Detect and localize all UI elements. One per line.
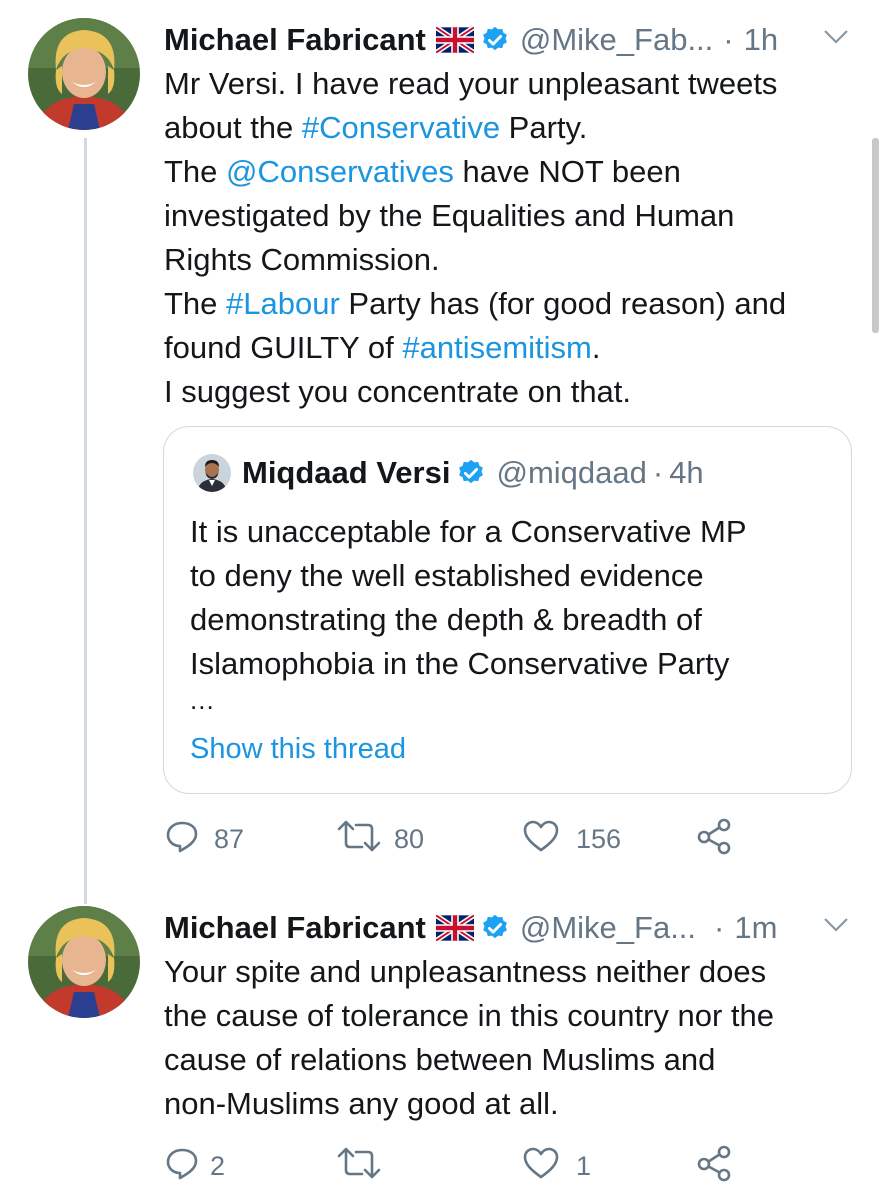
- reply-count: 87: [214, 823, 245, 854]
- tweet-text-line: Rights Commission.: [164, 238, 864, 282]
- text-span: Mr Versi. I have read your unpleasant tw…: [164, 66, 778, 101]
- reply-button[interactable]: 2: [164, 1146, 225, 1186]
- uk-flag-icon: [435, 27, 474, 53]
- tweet-text-line: the cause of tolerance in this country n…: [164, 994, 864, 1038]
- thread-connector-line: [84, 138, 87, 904]
- reply-icon: [164, 1145, 200, 1188]
- like-icon: [522, 818, 560, 861]
- hashtag-link[interactable]: #Labour: [226, 286, 340, 321]
- quoted-text-line: to deny the well established evidence: [190, 558, 704, 593]
- timestamp[interactable]: 1h: [744, 22, 778, 58]
- quoted-author-handle[interactable]: @miqdaad: [496, 455, 646, 491]
- author-handle[interactable]: @Mike_Fab...: [520, 22, 713, 58]
- retweet-icon: [336, 1145, 382, 1188]
- tweet-text-line: I suggest you concentrate on that.: [164, 370, 864, 414]
- quoted-avatar[interactable]: [193, 454, 231, 492]
- tweet-actions: 2 1: [164, 1144, 864, 1189]
- verified-badge-icon: [456, 458, 486, 488]
- quoted-timestamp[interactable]: 4h: [669, 455, 703, 491]
- quoted-text-line: Islamophobia in the Conservative Party: [190, 646, 730, 681]
- tweet-header: Michael Fabricant @Mike_Fa... · 1m: [164, 906, 864, 950]
- timestamp[interactable]: 1m: [734, 910, 777, 946]
- quoted-text-line: demonstrating the depth & breadth of: [190, 602, 702, 637]
- text-span: investigated by the Equalities and Human: [164, 198, 735, 233]
- quoted-text-line: It is unacceptable for a Conservative MP: [190, 514, 747, 549]
- text-span: Party has (for good reason) and: [339, 286, 787, 321]
- tweet-text-line: Your spite and unpleasantness neither do…: [164, 950, 864, 994]
- quoted-tweet-text: It is unacceptable for a Conservative MP…: [190, 510, 830, 686]
- tweet-text-line: found GUILTY of #antisemitism.: [164, 326, 864, 370]
- quoted-tweet-card[interactable]: Miqdaad Versi @miqdaad · 4h It is unacce…: [163, 426, 852, 794]
- show-thread-link[interactable]: Show this thread: [190, 733, 406, 766]
- text-span: The: [164, 286, 227, 321]
- tweet-text-line: non-Muslims any good at all.: [164, 1082, 864, 1126]
- truncation-ellipsis: ...: [190, 685, 215, 715]
- share-button[interactable]: [696, 817, 734, 862]
- quoted-author-name[interactable]: Miqdaad Versi: [242, 455, 450, 491]
- text-span: .: [591, 330, 601, 365]
- tweet-text: Mr Versi. I have read your unpleasant tw…: [164, 62, 864, 414]
- like-count: 156: [576, 823, 622, 854]
- avatar[interactable]: [28, 18, 140, 130]
- text-span: about the: [164, 110, 302, 145]
- tweet-text-line: The #Labour Party has (for good reason) …: [164, 282, 864, 326]
- share-button[interactable]: [696, 1144, 734, 1189]
- like-button[interactable]: 156: [522, 819, 621, 859]
- like-icon: [522, 1145, 560, 1188]
- text-span: cause of relations between Muslims and: [164, 1042, 716, 1077]
- text-span: The: [164, 154, 227, 189]
- tweet-text-line: cause of relations between Muslims and: [164, 1038, 864, 1082]
- tweet-text-line: Mr Versi. I have read your unpleasant tw…: [164, 62, 864, 106]
- text-span: the cause of tolerance in this country n…: [164, 998, 775, 1033]
- verified-badge-icon: [480, 25, 510, 55]
- hashtag-link[interactable]: #Conservative: [302, 110, 500, 145]
- tweet-header: Michael Fabricant @Mike_Fab... · 1h: [164, 18, 864, 62]
- chevron-down-icon[interactable]: [822, 916, 859, 934]
- retweet-icon: [336, 818, 382, 861]
- text-span: have NOT been: [453, 154, 681, 189]
- share-icon: [696, 1144, 734, 1189]
- separator-dot: ·: [723, 22, 734, 57]
- retweet-count: 80: [394, 823, 425, 854]
- text-span: non-Muslims any good at all.: [164, 1086, 559, 1121]
- text-span: Your spite and unpleasantness neither do…: [164, 954, 767, 989]
- text-span: Rights Commission.: [164, 242, 440, 277]
- author-handle[interactable]: @Mike_Fa...: [520, 910, 696, 946]
- chevron-down-icon[interactable]: [822, 28, 859, 46]
- tweet-text-line: The @Conservatives have NOT been: [164, 150, 864, 194]
- reply-count: 2: [210, 1150, 226, 1181]
- tweet-text-line: about the #Conservative Party.: [164, 106, 864, 150]
- like-count: 1: [576, 1150, 592, 1181]
- verified-badge-icon: [480, 913, 510, 943]
- scrollbar[interactable]: [872, 138, 879, 333]
- avatar[interactable]: [28, 906, 140, 1018]
- uk-flag-icon: [435, 915, 474, 941]
- reply-icon: [164, 818, 200, 861]
- text-span: found GUILTY of: [164, 330, 403, 365]
- tweet-text-line: investigated by the Equalities and Human: [164, 194, 864, 238]
- retweet-button[interactable]: [336, 1146, 396, 1186]
- like-button[interactable]: 1: [522, 1146, 591, 1186]
- quoted-tweet-header: Miqdaad Versi @miqdaad · 4h: [242, 451, 704, 495]
- reply-button[interactable]: 87: [164, 819, 244, 859]
- retweet-button[interactable]: 80: [336, 819, 424, 859]
- separator-dot: ·: [714, 910, 725, 945]
- tweet-actions: 87 80 156: [164, 817, 864, 862]
- author-name[interactable]: Michael Fabricant: [164, 22, 426, 58]
- tweet-text: Your spite and unpleasantness neither do…: [164, 950, 864, 1126]
- author-name[interactable]: Michael Fabricant: [164, 910, 426, 946]
- hashtag-link[interactable]: #antisemitism: [402, 330, 592, 365]
- text-span: Party.: [500, 110, 588, 145]
- share-icon: [696, 817, 734, 862]
- text-span: I suggest you concentrate on that.: [164, 374, 632, 409]
- separator-dot: ·: [652, 455, 664, 490]
- mention-link[interactable]: @Conservatives: [226, 154, 454, 189]
